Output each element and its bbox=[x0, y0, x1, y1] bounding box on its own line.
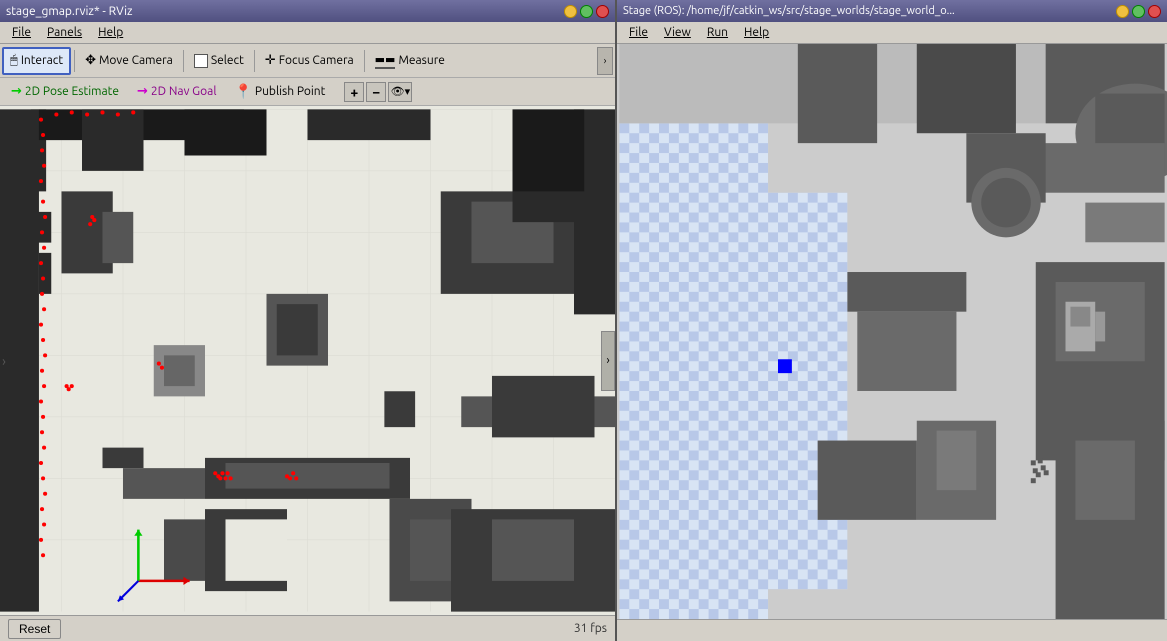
rviz-toolbar1: 🖱 Interact ✥ Move Camera Select bbox=[0, 44, 615, 78]
interact-label: Interact bbox=[21, 54, 63, 67]
stage-minimize-btn[interactable] bbox=[1116, 5, 1129, 18]
toolbar2-controls: + − 👁▾ bbox=[344, 82, 412, 102]
stage-map-svg bbox=[617, 44, 1167, 619]
rviz-maximize-btn[interactable] bbox=[580, 5, 593, 18]
stage-close-btn[interactable] bbox=[1148, 5, 1161, 18]
toolbar1-sep3 bbox=[254, 50, 255, 72]
measure-icon: ▬▬ bbox=[375, 53, 396, 69]
stage-window: Stage (ROS): /home/jf/catkin_ws/src/stag… bbox=[617, 0, 1167, 641]
interact-tool-btn[interactable]: 🖱 Interact bbox=[2, 47, 71, 75]
rviz-menu-help[interactable]: Help bbox=[90, 24, 131, 41]
rviz-close-btn[interactable] bbox=[596, 5, 609, 18]
rviz-toolbar2: → 2D Pose Estimate → 2D Nav Goal 📍 Publi… bbox=[0, 78, 615, 106]
measure-label: Measure bbox=[398, 54, 444, 67]
focus-camera-label: Focus Camera bbox=[279, 54, 354, 67]
rviz-titlebar: stage_gmap.rviz* - RViz bbox=[0, 0, 615, 22]
select-icon bbox=[194, 54, 208, 68]
rviz-statusbar: Reset 31 fps bbox=[0, 615, 615, 641]
stage-title-text: Stage (ROS): /home/jf/catkin_ws/src/stag… bbox=[623, 5, 955, 17]
focus-camera-btn[interactable]: ✛ Focus Camera bbox=[258, 47, 361, 75]
stage-menu-view[interactable]: View bbox=[656, 24, 699, 41]
publish-point-label: Publish Point bbox=[255, 85, 325, 98]
rviz-title-text: stage_gmap.rviz* - RViz bbox=[6, 5, 133, 18]
pose-estimate-label: 2D Pose Estimate bbox=[25, 85, 119, 98]
stage-menu-file[interactable]: File bbox=[621, 24, 656, 41]
pose-estimate-icon: → bbox=[11, 84, 22, 99]
focus-camera-icon: ✛ bbox=[265, 53, 276, 68]
toolbar-collapse-btn[interactable]: › bbox=[597, 47, 613, 75]
pose-estimate-btn[interactable]: → 2D Pose Estimate bbox=[4, 80, 126, 104]
stage-menubar: File View Run Help bbox=[617, 22, 1167, 44]
stage-viewport[interactable] bbox=[617, 44, 1167, 619]
fps-display: 31 fps bbox=[574, 622, 607, 635]
nav-goal-label: 2D Nav Goal bbox=[151, 85, 217, 98]
toolbar1-sep2 bbox=[183, 50, 184, 72]
rviz-minimize-btn[interactable] bbox=[564, 5, 577, 18]
stage-menu-run[interactable]: Run bbox=[699, 24, 736, 41]
nav-goal-icon: → bbox=[137, 84, 148, 99]
publish-point-icon: 📍 bbox=[234, 83, 251, 100]
select-label: Select bbox=[211, 54, 244, 67]
zoom-minus-btn[interactable]: − bbox=[366, 82, 386, 102]
view-options-btn[interactable]: 👁▾ bbox=[388, 82, 412, 102]
interact-icon: 🖱 bbox=[10, 53, 18, 68]
panel-collapse-arrow[interactable]: › bbox=[601, 331, 615, 391]
move-camera-btn[interactable]: ✥ Move Camera bbox=[78, 47, 180, 75]
rviz-menu-panels[interactable]: Panels bbox=[39, 24, 90, 41]
publish-point-btn[interactable]: 📍 Publish Point bbox=[227, 80, 332, 104]
rviz-map-viewport[interactable]: › › bbox=[0, 106, 615, 615]
select-btn[interactable]: Select bbox=[187, 47, 251, 75]
rviz-menubar: File Panels Help bbox=[0, 22, 615, 44]
stage-robot bbox=[778, 359, 792, 373]
rviz-window-controls bbox=[564, 5, 609, 18]
toolbar1-sep4 bbox=[364, 50, 365, 72]
zoom-plus-btn[interactable]: + bbox=[344, 82, 364, 102]
toolbar1-sep1 bbox=[74, 50, 75, 72]
stage-maximize-btn[interactable] bbox=[1132, 5, 1145, 18]
stage-menu-help[interactable]: Help bbox=[736, 24, 777, 41]
measure-btn[interactable]: ▬▬ Measure bbox=[368, 47, 452, 75]
move-camera-icon: ✥ bbox=[85, 53, 96, 68]
reset-button[interactable]: Reset bbox=[8, 619, 61, 639]
stage-statusbar bbox=[617, 619, 1167, 641]
rviz-window: stage_gmap.rviz* - RViz File Panels Help… bbox=[0, 0, 617, 641]
move-camera-label: Move Camera bbox=[99, 54, 173, 67]
rviz-menu-file[interactable]: File bbox=[4, 24, 39, 41]
stage-window-controls bbox=[1116, 5, 1161, 18]
stage-titlebar: Stage (ROS): /home/jf/catkin_ws/src/stag… bbox=[617, 0, 1167, 22]
rviz-map-svg bbox=[0, 106, 615, 615]
nav-goal-btn[interactable]: → 2D Nav Goal bbox=[130, 80, 224, 104]
scroll-left-arrow[interactable]: › bbox=[2, 353, 6, 369]
